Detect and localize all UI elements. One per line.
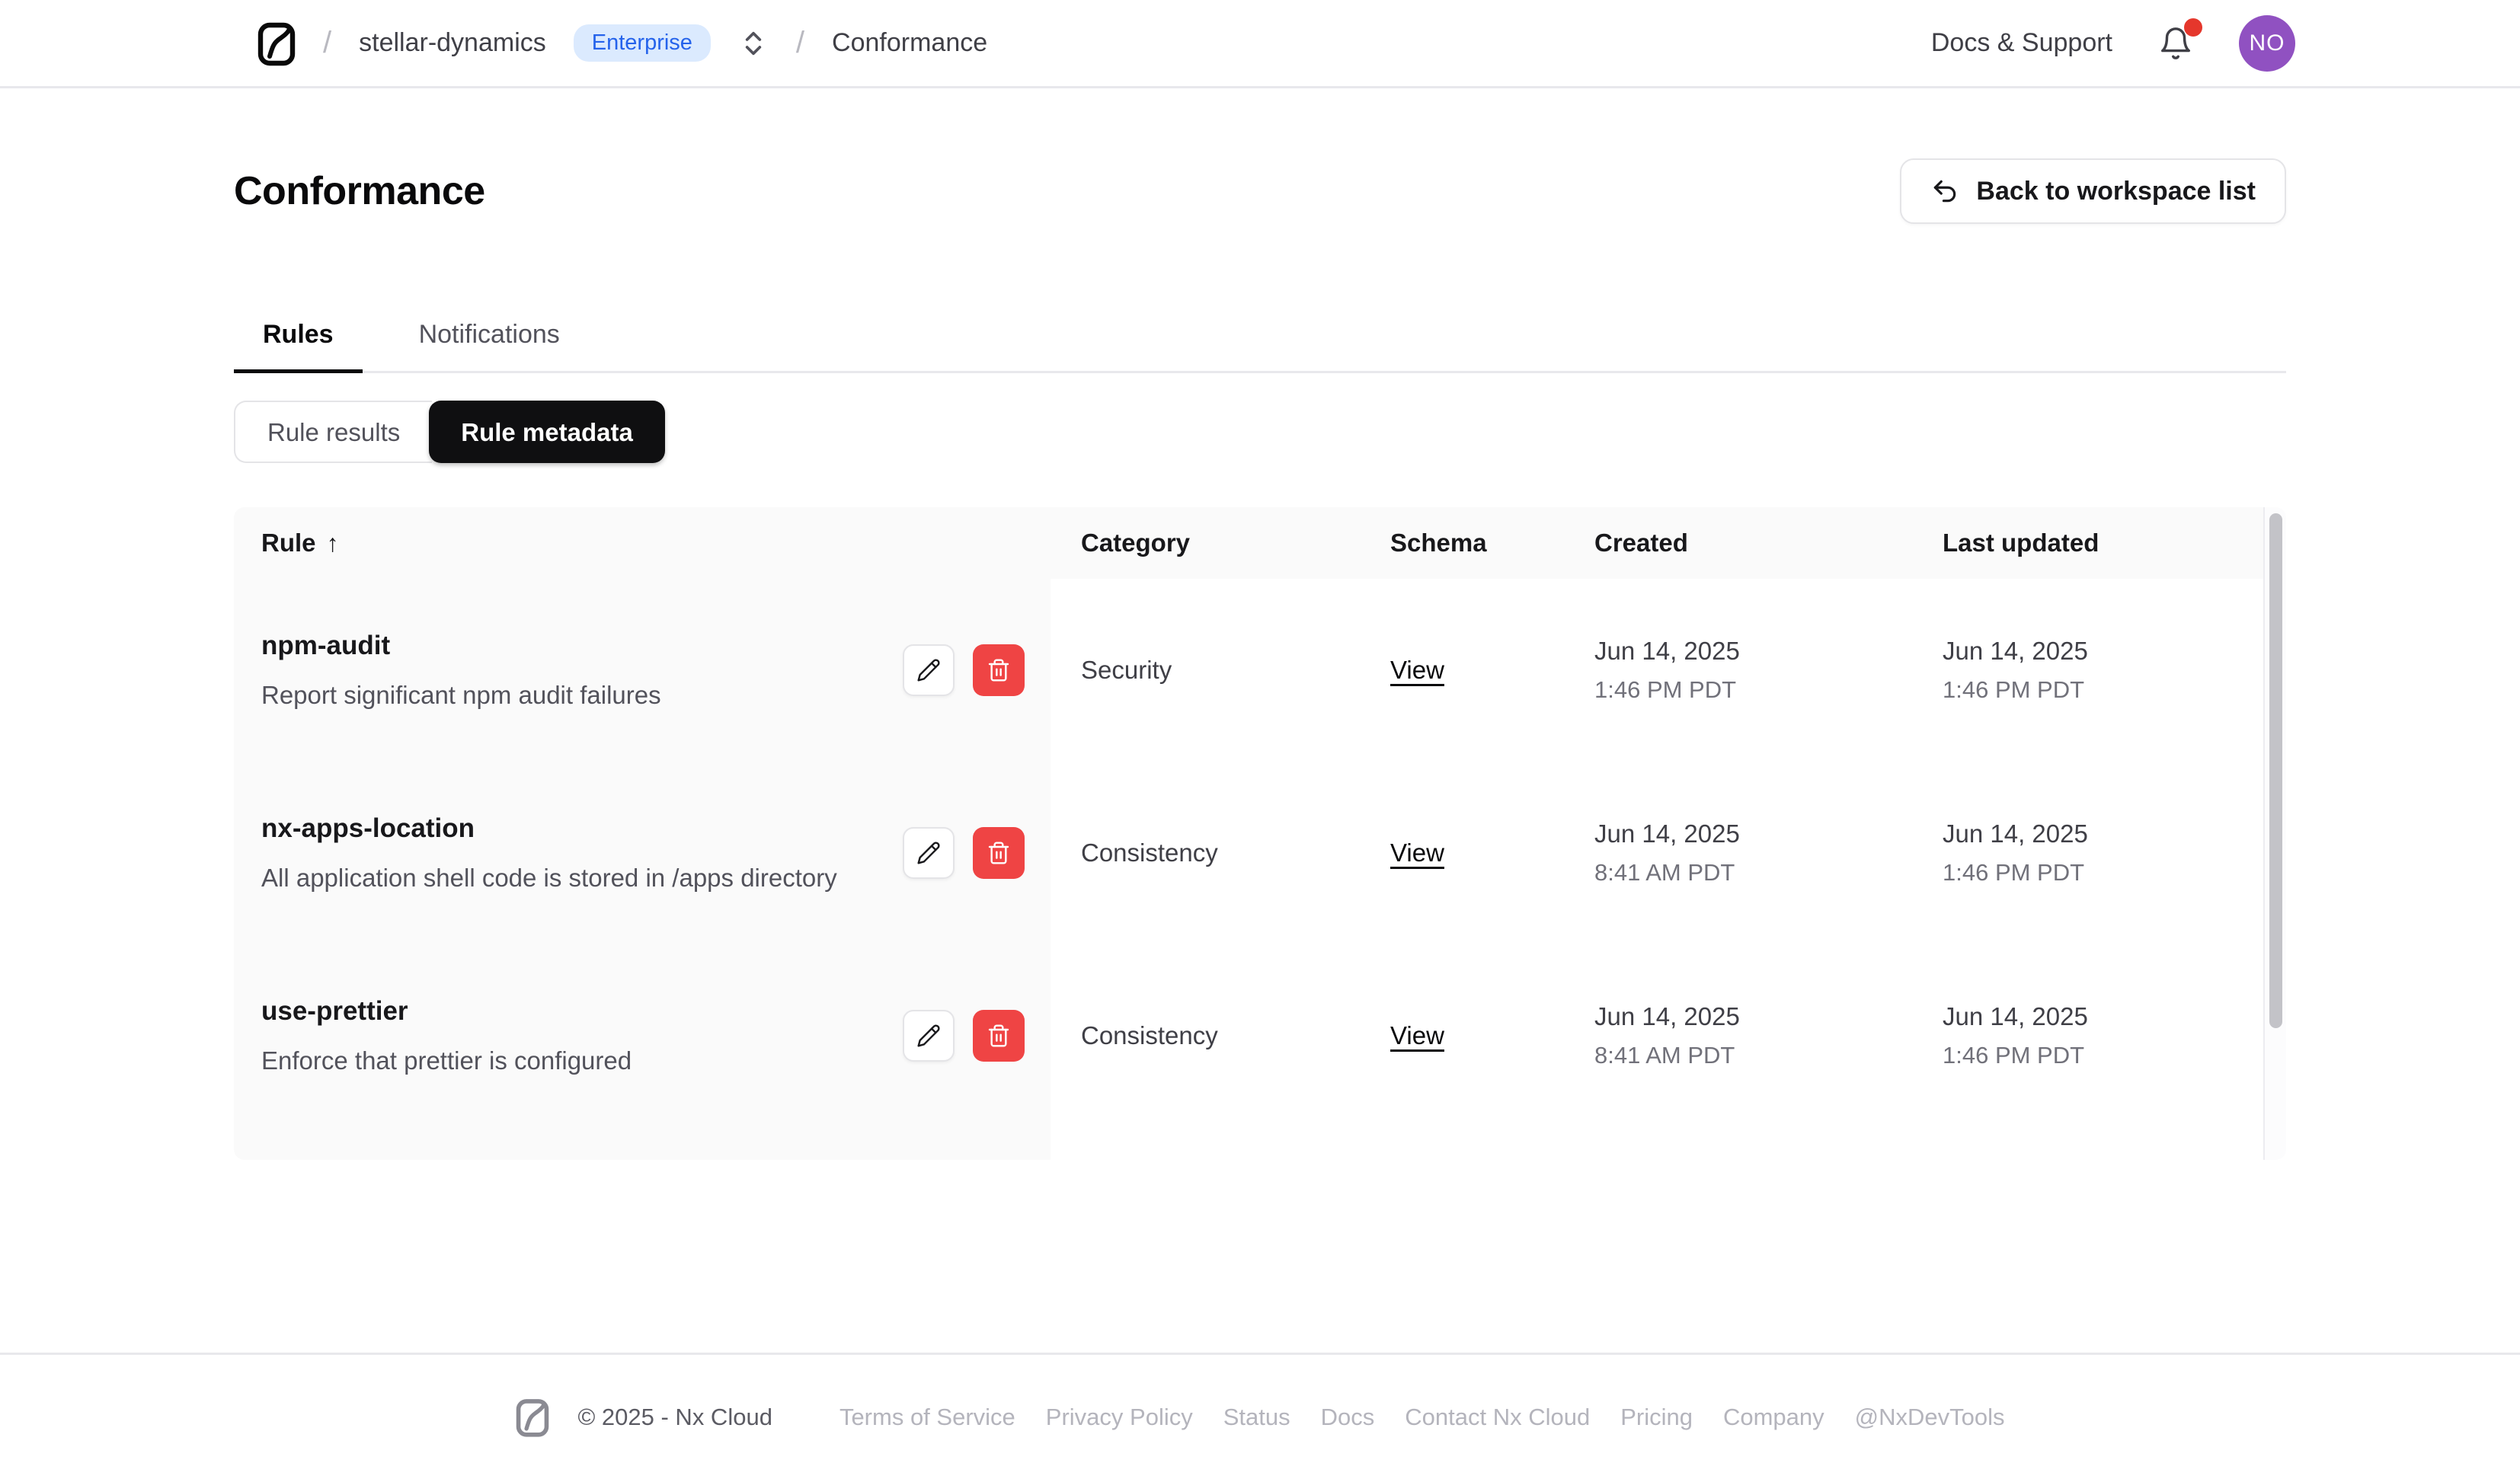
table-row: npm-audit Report significant npm audit f… xyxy=(234,579,2286,762)
footer-link-privacy[interactable]: Privacy Policy xyxy=(1046,1404,1193,1431)
notifications-bell-button[interactable] xyxy=(2158,18,2202,61)
rule-name: use-prettier xyxy=(261,996,408,1026)
breadcrumb-workspace[interactable]: stellar-dynamics xyxy=(359,28,546,58)
rule-description: Enforce that prettier is configured xyxy=(261,1046,632,1075)
last-updated-cell: Jun 14, 2025 1:46 PM PDT xyxy=(1943,1002,2286,1069)
pencil-icon xyxy=(917,659,940,682)
rules-metadata-table: Rule ↑ Category Schema Created Last upda… xyxy=(234,507,2286,1160)
footer-link-docs[interactable]: Docs xyxy=(1321,1404,1375,1431)
edit-rule-button[interactable] xyxy=(903,644,955,696)
rule-view-toggle: Rule results Rule metadata xyxy=(234,401,665,463)
rule-name: nx-apps-location xyxy=(261,813,475,843)
main-content: Conformance Back to workspace list Rules… xyxy=(234,158,2286,1160)
sort-ascending-icon: ↑ xyxy=(326,529,339,557)
created-cell: Jun 14, 2025 8:41 AM PDT xyxy=(1594,819,1943,886)
created-time: 1:46 PM PDT xyxy=(1594,676,1737,703)
column-header-schema: Schema xyxy=(1390,529,1487,557)
footer-nx-logo-icon xyxy=(515,1395,550,1439)
column-header-created: Created xyxy=(1594,529,1688,557)
back-to-workspace-list-button[interactable]: Back to workspace list xyxy=(1900,158,2286,224)
app-root: / stellar-dynamics Enterprise / Conforma… xyxy=(0,0,2520,1479)
delete-rule-button[interactable] xyxy=(973,644,1025,696)
breadcrumb-separator: / xyxy=(795,26,805,59)
trash-icon xyxy=(988,842,1009,864)
breadcrumb: / stellar-dynamics Enterprise / Conforma… xyxy=(257,18,987,69)
view-schema-link[interactable]: View xyxy=(1390,839,1444,867)
rule-category: Consistency xyxy=(1081,839,1218,867)
rule-metadata-toggle-button[interactable]: Rule metadata xyxy=(429,401,665,463)
created-time: 8:41 AM PDT xyxy=(1594,859,1735,886)
view-schema-link[interactable]: View xyxy=(1390,1021,1444,1049)
edit-rule-button[interactable] xyxy=(903,1010,955,1062)
delete-rule-button[interactable] xyxy=(973,827,1025,879)
rule-description: Report significant npm audit failures xyxy=(261,681,661,709)
page-title: Conformance xyxy=(234,169,485,213)
created-date: Jun 14, 2025 xyxy=(1594,1002,1740,1030)
last-updated-cell: Jun 14, 2025 1:46 PM PDT xyxy=(1943,819,2286,886)
updated-date: Jun 14, 2025 xyxy=(1943,637,2088,665)
topbar-actions: Docs & Support NO xyxy=(1931,14,2295,72)
last-updated-cell: Jun 14, 2025 1:46 PM PDT xyxy=(1943,637,2286,704)
copyright-text: © 2025 - Nx Cloud xyxy=(577,1403,772,1430)
docs-support-link[interactable]: Docs & Support xyxy=(1931,28,2112,58)
table-scrollbar[interactable] xyxy=(2263,507,2286,1160)
trash-icon xyxy=(988,1024,1009,1047)
created-cell: Jun 14, 2025 1:46 PM PDT xyxy=(1594,637,1943,704)
created-date: Jun 14, 2025 xyxy=(1594,819,1740,848)
undo-arrow-icon xyxy=(1934,180,1956,203)
footer-link-twitter[interactable]: @NxDevTools xyxy=(1855,1404,2005,1431)
column-header-last-updated: Last updated xyxy=(1943,529,2099,557)
footer-link-status[interactable]: Status xyxy=(1223,1404,1290,1431)
rule-category: Consistency xyxy=(1081,1021,1218,1049)
view-schema-link[interactable]: View xyxy=(1390,656,1444,684)
trash-icon xyxy=(988,659,1009,682)
breadcrumb-separator: / xyxy=(323,26,332,59)
notification-dot xyxy=(2184,18,2202,37)
table-row: nx-apps-location All application shell c… xyxy=(234,762,2286,944)
rule-name: npm-audit xyxy=(261,631,391,660)
rule-description: All application shell code is stored in … xyxy=(261,864,837,892)
created-time: 8:41 AM PDT xyxy=(1594,1042,1735,1069)
enterprise-badge: Enterprise xyxy=(573,24,711,62)
back-button-label: Back to workspace list xyxy=(1976,176,2256,206)
footer-link-pricing[interactable]: Pricing xyxy=(1620,1404,1693,1431)
table-header-row: Rule ↑ Category Schema Created Last upda… xyxy=(234,507,2286,579)
tab-rules[interactable]: Rules xyxy=(234,320,363,373)
rule-category: Security xyxy=(1081,656,1172,684)
footer-link-company[interactable]: Company xyxy=(1723,1404,1824,1431)
edit-rule-button[interactable] xyxy=(903,827,955,879)
updated-time: 1:46 PM PDT xyxy=(1943,676,2085,703)
updated-date: Jun 14, 2025 xyxy=(1943,1002,2088,1030)
page-footer: © 2025 - Nx Cloud Terms of Service Priva… xyxy=(0,1353,2520,1479)
workspace-switcher-chevrons-icon[interactable] xyxy=(738,28,769,59)
pencil-icon xyxy=(917,1024,940,1047)
updated-time: 1:46 PM PDT xyxy=(1943,859,2085,886)
table-scrollbar-thumb[interactable] xyxy=(2269,513,2282,1028)
pencil-icon xyxy=(917,842,940,864)
created-date: Jun 14, 2025 xyxy=(1594,637,1740,665)
table-row: use-prettier Enforce that prettier is co… xyxy=(234,944,2286,1127)
column-header-rule-label: Rule xyxy=(261,529,316,557)
column-header-rule[interactable]: Rule ↑ xyxy=(234,529,1051,557)
updated-time: 1:46 PM PDT xyxy=(1943,1042,2085,1069)
delete-rule-button[interactable] xyxy=(973,1010,1025,1062)
breadcrumb-page: Conformance xyxy=(832,28,988,57)
footer-links: Terms of Service Privacy Policy Status D… xyxy=(839,1404,2005,1431)
rule-results-toggle-button[interactable]: Rule results xyxy=(234,401,433,463)
footer-link-contact[interactable]: Contact Nx Cloud xyxy=(1405,1404,1590,1431)
tab-bar: Rules Notifications xyxy=(234,320,2286,373)
nx-cloud-logo-icon[interactable] xyxy=(257,18,296,69)
footer-link-terms[interactable]: Terms of Service xyxy=(839,1404,1015,1431)
updated-date: Jun 14, 2025 xyxy=(1943,819,2088,848)
column-header-category: Category xyxy=(1081,529,1191,557)
tab-notifications[interactable]: Notifications xyxy=(390,320,589,373)
top-navigation-bar: / stellar-dynamics Enterprise / Conforma… xyxy=(0,0,2520,88)
created-cell: Jun 14, 2025 8:41 AM PDT xyxy=(1594,1002,1943,1069)
user-avatar[interactable]: NO xyxy=(2239,14,2295,72)
